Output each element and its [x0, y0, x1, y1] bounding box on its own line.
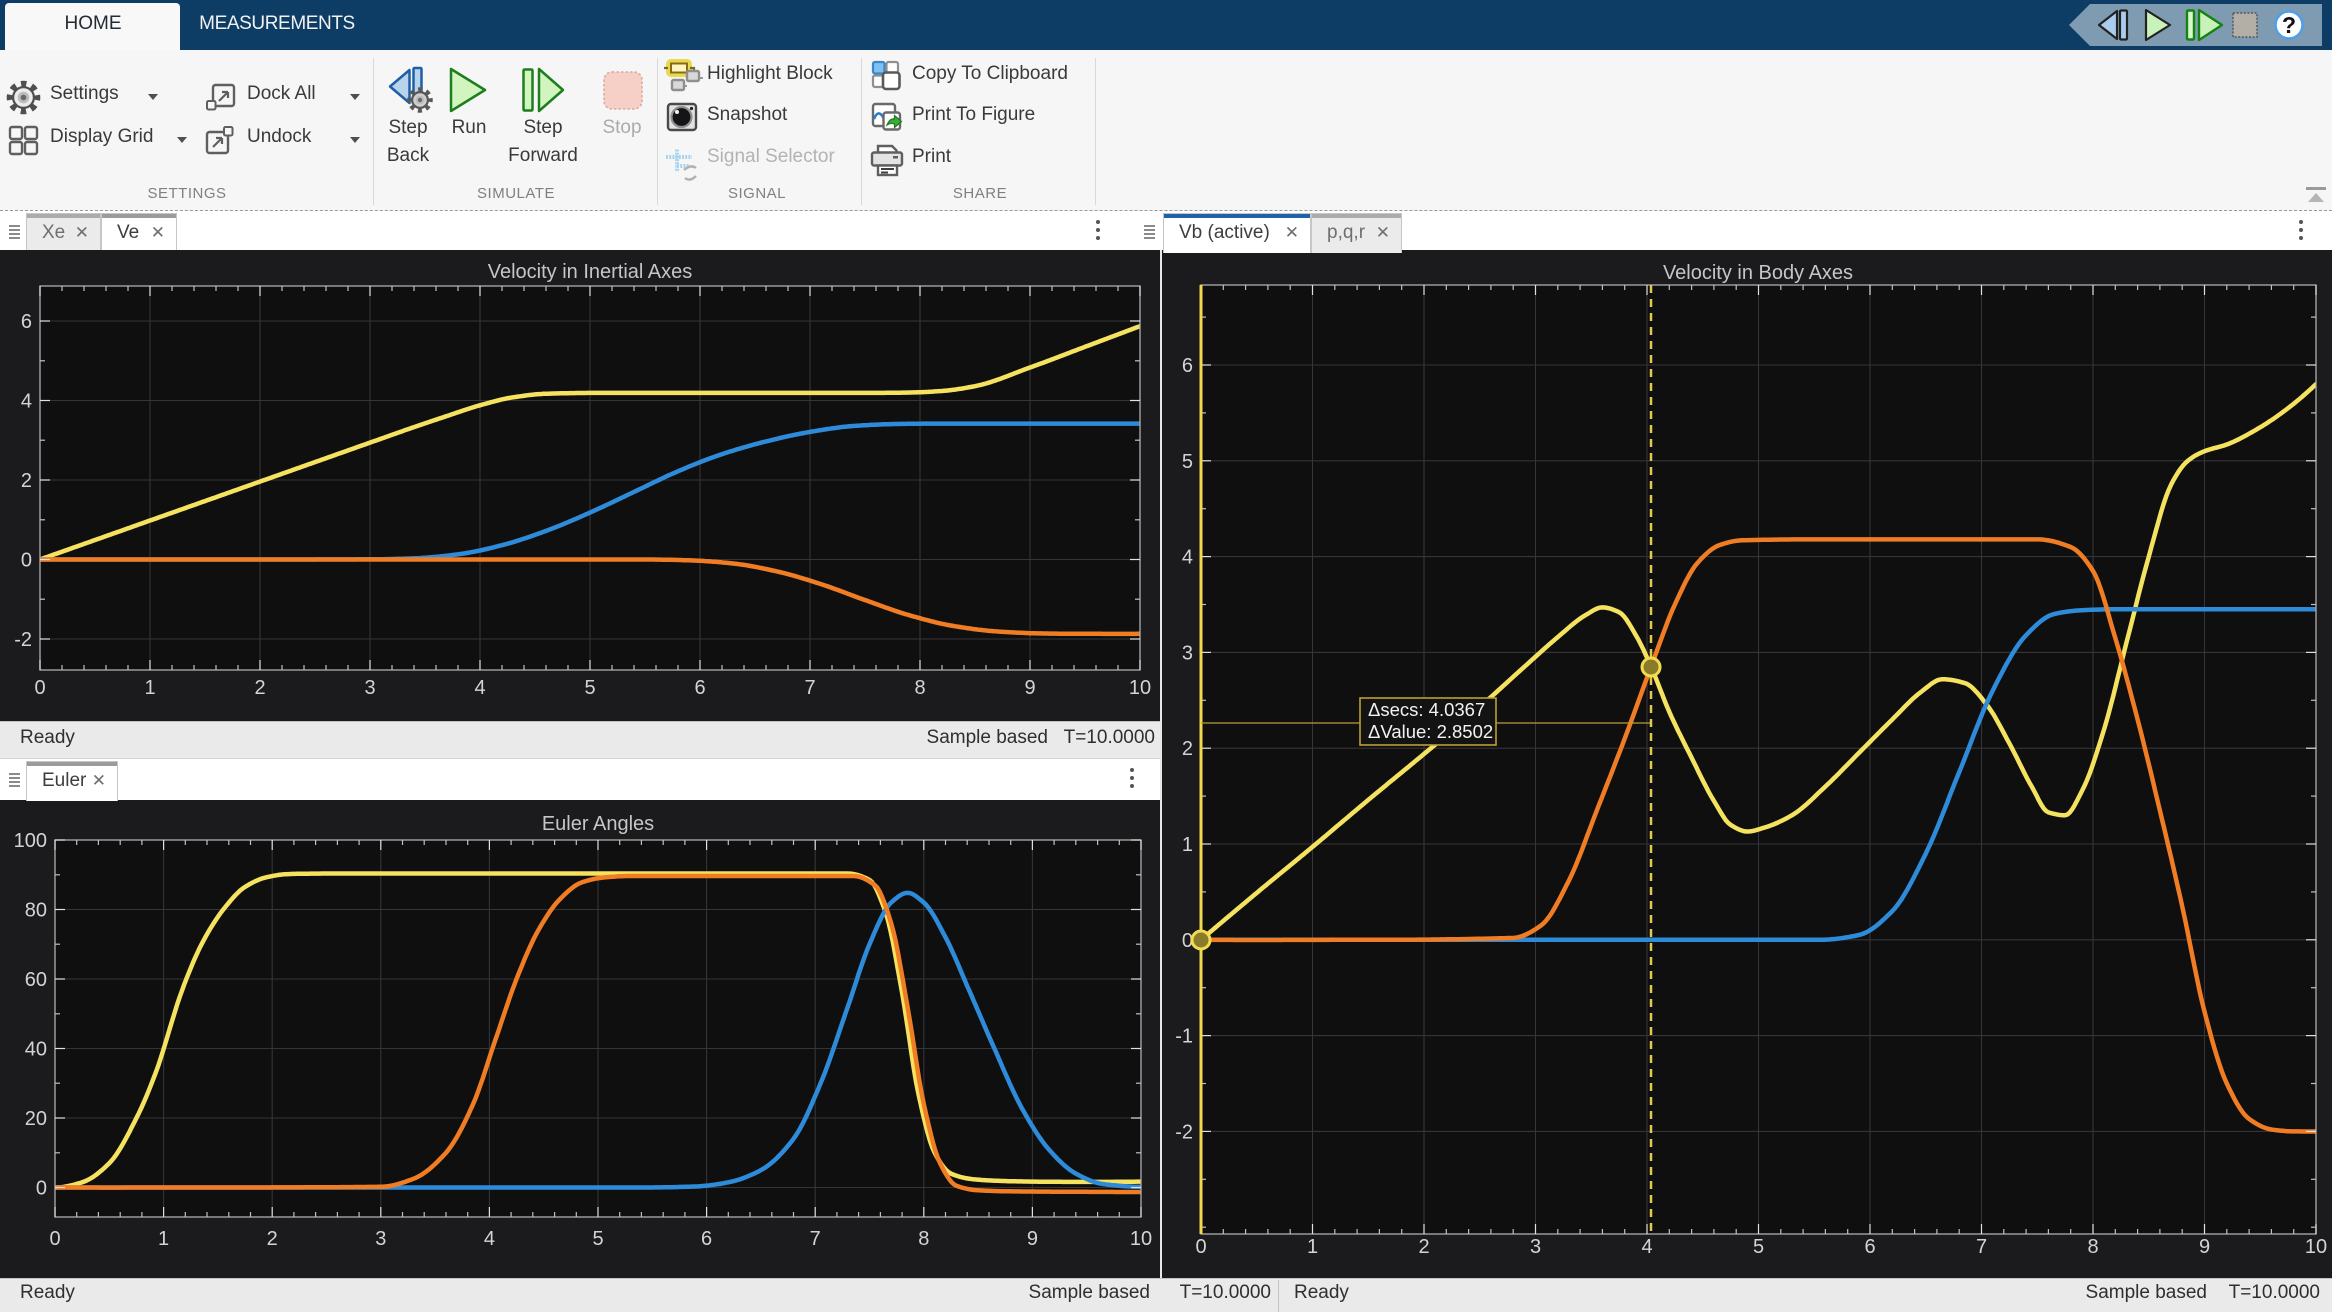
svg-text:Velocity in Inertial Axes: Velocity in Inertial Axes: [488, 261, 693, 283]
svg-text:5: 5: [584, 677, 595, 699]
svg-text:5: 5: [1182, 451, 1193, 473]
svg-text:1: 1: [1307, 1236, 1318, 1258]
svg-text:2: 2: [21, 470, 32, 492]
svg-text:1: 1: [158, 1228, 169, 1250]
svg-text:ΔValue: 2.8502: ΔValue: 2.8502: [1368, 721, 1493, 742]
svg-text:9: 9: [1024, 677, 1035, 699]
svg-text:1: 1: [144, 677, 155, 699]
svg-text:6: 6: [694, 677, 705, 699]
svg-text:6: 6: [21, 311, 32, 333]
svg-text:100: 100: [14, 830, 47, 852]
svg-text:7: 7: [1976, 1236, 1987, 1258]
svg-text:Δsecs: 4.0367: Δsecs: 4.0367: [1368, 699, 1485, 720]
svg-text:-1: -1: [1175, 1026, 1193, 1048]
svg-text:?: ?: [2282, 12, 2296, 38]
svg-text:0: 0: [34, 677, 45, 699]
svg-text:4: 4: [474, 677, 485, 699]
svg-text:-2: -2: [14, 629, 32, 651]
svg-text:40: 40: [25, 1039, 47, 1061]
svg-text:80: 80: [25, 900, 47, 922]
svg-text:Velocity in Body Axes: Velocity in Body Axes: [1663, 262, 1853, 284]
svg-text:Euler Angles: Euler Angles: [542, 813, 654, 835]
svg-text:3: 3: [1530, 1236, 1541, 1258]
svg-text:3: 3: [364, 677, 375, 699]
svg-text:10: 10: [1129, 677, 1151, 699]
svg-text:20: 20: [25, 1108, 47, 1130]
svg-text:8: 8: [2087, 1236, 2098, 1258]
svg-text:6: 6: [1864, 1236, 1875, 1258]
svg-text:8: 8: [918, 1228, 929, 1250]
svg-text:8: 8: [914, 677, 925, 699]
svg-text:9: 9: [2199, 1236, 2210, 1258]
svg-text:7: 7: [804, 677, 815, 699]
svg-text:1: 1: [1182, 834, 1193, 856]
svg-text:5: 5: [1753, 1236, 1764, 1258]
svg-text:0: 0: [36, 1178, 47, 1200]
svg-text:-2: -2: [1175, 1121, 1193, 1143]
svg-text:10: 10: [1130, 1228, 1152, 1250]
svg-text:5: 5: [592, 1228, 603, 1250]
svg-text:0: 0: [21, 550, 32, 572]
svg-text:6: 6: [701, 1228, 712, 1250]
svg-text:2: 2: [1182, 738, 1193, 760]
svg-text:0: 0: [49, 1228, 60, 1250]
svg-text:3: 3: [375, 1228, 386, 1250]
svg-text:4: 4: [1182, 547, 1193, 569]
svg-text:2: 2: [267, 1228, 278, 1250]
svg-text:4: 4: [484, 1228, 495, 1250]
svg-text:6: 6: [1182, 355, 1193, 377]
svg-text:2: 2: [254, 677, 265, 699]
svg-text:9: 9: [1027, 1228, 1038, 1250]
svg-text:4: 4: [1641, 1236, 1652, 1258]
svg-text:4: 4: [21, 391, 32, 413]
svg-text:2: 2: [1418, 1236, 1429, 1258]
svg-text:60: 60: [25, 969, 47, 991]
svg-text:7: 7: [810, 1228, 821, 1250]
svg-text:10: 10: [2305, 1236, 2327, 1258]
svg-text:3: 3: [1182, 642, 1193, 664]
svg-text:0: 0: [1195, 1236, 1206, 1258]
